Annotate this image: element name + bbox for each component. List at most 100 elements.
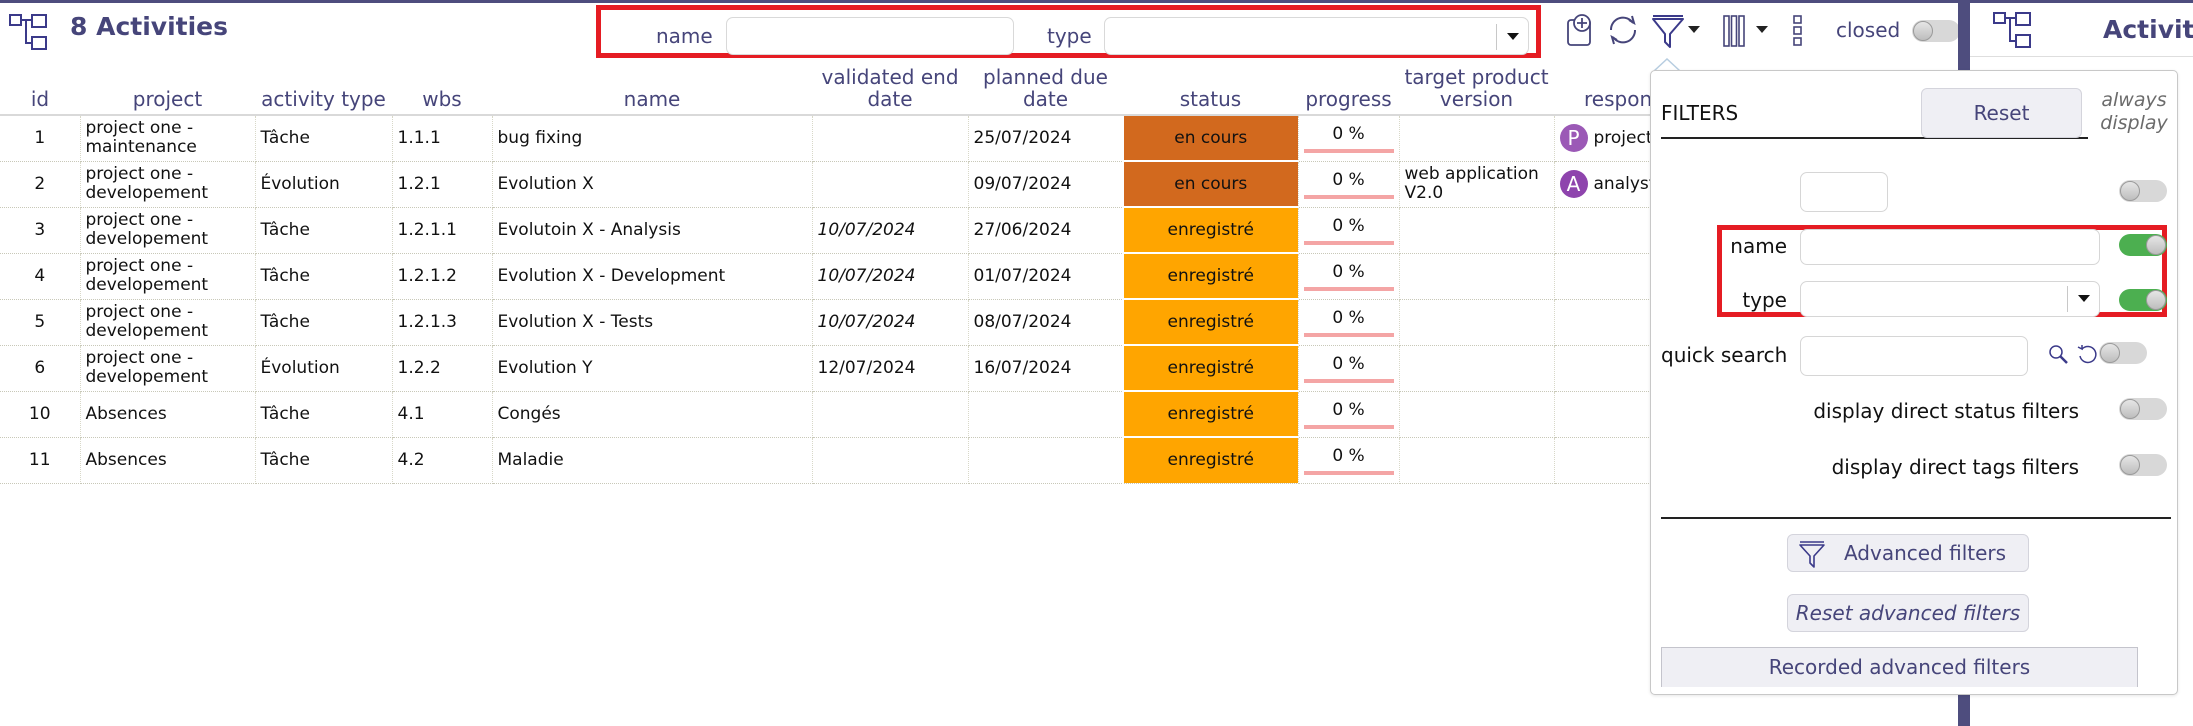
page-title: 8 Activities bbox=[70, 12, 229, 41]
cell-project: project one - developement bbox=[80, 299, 256, 346]
cell-activity-type: Tâche bbox=[255, 299, 393, 346]
cell-project: project one - developement bbox=[80, 345, 256, 392]
columns-dropdown-icon[interactable] bbox=[1756, 26, 1768, 34]
top-border-right bbox=[1970, 0, 2193, 3]
cell-id: 6 bbox=[0, 345, 81, 392]
cell-name: Evolution Y bbox=[492, 345, 813, 392]
cell-id: 1 bbox=[0, 115, 81, 162]
column-header-id[interactable]: id bbox=[0, 60, 80, 116]
column-header-wbs[interactable]: wbs bbox=[392, 60, 492, 116]
quick-type-select[interactable] bbox=[1104, 17, 1529, 55]
cell-wbs: 1.2.1.2 bbox=[392, 253, 493, 300]
display-direct-status-toggle[interactable] bbox=[2119, 398, 2167, 420]
progress-bar bbox=[1303, 332, 1394, 337]
divider bbox=[1661, 517, 2171, 519]
filter-name-always-display-toggle[interactable] bbox=[2119, 234, 2167, 256]
cell-name: Evolution X bbox=[492, 161, 813, 208]
avatar: A bbox=[1559, 170, 1588, 198]
reset-advanced-filters-button[interactable]: Reset advanced filters bbox=[1787, 594, 2029, 632]
progress-text: 0 % bbox=[1332, 399, 1365, 420]
cell-project: project one - maintenance bbox=[80, 115, 256, 162]
closed-toggle[interactable] bbox=[1912, 20, 1960, 42]
cell-wbs: 1.2.1.3 bbox=[392, 299, 493, 346]
cell-project: project one - developement bbox=[80, 253, 256, 300]
cell-validated-end-date: 12/07/2024 bbox=[812, 345, 969, 392]
quick-search-input[interactable] bbox=[1800, 336, 2028, 376]
filter-id-input[interactable] bbox=[1800, 172, 1888, 212]
advanced-filters-label: Advanced filters bbox=[1843, 541, 2007, 565]
cell-wbs: 4.2 bbox=[392, 437, 493, 484]
cell-activity-type: Tâche bbox=[255, 115, 393, 162]
divider bbox=[1970, 56, 2193, 57]
activity-tree-icon bbox=[1993, 12, 2031, 48]
cell-planned-due-date bbox=[968, 391, 1124, 438]
cell-validated-end-date bbox=[812, 437, 969, 484]
cell-wbs: 1.1.1 bbox=[392, 115, 493, 162]
cell-id: 5 bbox=[0, 299, 81, 346]
cell-name: Congés bbox=[492, 391, 813, 438]
status-badge: en cours bbox=[1122, 160, 1299, 208]
quick-name-input[interactable] bbox=[726, 17, 1014, 55]
status-badge: enregistré bbox=[1122, 344, 1299, 392]
refresh-icon[interactable] bbox=[1605, 12, 1641, 48]
chevron-down-icon[interactable] bbox=[2067, 286, 2099, 312]
column-header-name[interactable]: name bbox=[492, 60, 812, 116]
quick-name-label: name bbox=[656, 24, 713, 48]
cell-activity-type: Tâche bbox=[255, 207, 393, 254]
column-header-project[interactable]: project bbox=[80, 60, 255, 116]
reset-search-icon[interactable] bbox=[2076, 344, 2098, 366]
progress-bar bbox=[1303, 194, 1394, 199]
filter-name-label: name bbox=[1730, 234, 1787, 258]
progress-text: 0 % bbox=[1332, 169, 1365, 190]
cell-name: Maladie bbox=[492, 437, 813, 484]
filter-type-always-display-toggle[interactable] bbox=[2119, 289, 2167, 311]
progress-text: 0 % bbox=[1332, 215, 1365, 236]
closed-label: closed bbox=[1836, 18, 1901, 42]
filter-icon bbox=[1799, 541, 1825, 568]
filter-icon[interactable] bbox=[1650, 12, 1686, 50]
display-direct-tags-label: display direct tags filters bbox=[1831, 455, 2079, 479]
cell-target-product-version bbox=[1399, 253, 1555, 300]
cell-validated-end-date bbox=[812, 161, 969, 208]
cell-id: 2 bbox=[0, 161, 81, 208]
filter-id-always-display-toggle[interactable] bbox=[2119, 180, 2167, 202]
cell-wbs: 4.1 bbox=[392, 391, 493, 438]
reset-button[interactable]: Reset bbox=[1921, 88, 2082, 138]
cell-activity-type: Tâche bbox=[255, 391, 393, 438]
cell-wbs: 1.2.1 bbox=[392, 161, 493, 208]
cell-validated-end-date bbox=[812, 391, 969, 438]
advanced-filters-button[interactable]: Advanced filters bbox=[1787, 534, 2029, 572]
quick-search-always-display-toggle[interactable] bbox=[2099, 342, 2147, 364]
status-badge: enregistré bbox=[1122, 206, 1299, 254]
add-activity-icon[interactable] bbox=[1565, 12, 1599, 48]
cell-validated-end-date: 10/07/2024 bbox=[812, 253, 969, 300]
filter-type-select[interactable] bbox=[1800, 281, 2100, 317]
cell-planned-due-date: 27/06/2024 bbox=[968, 207, 1124, 254]
progress-bar bbox=[1303, 286, 1394, 291]
display-direct-tags-toggle[interactable] bbox=[2119, 454, 2167, 476]
column-header-target-product-version[interactable]: target product version bbox=[1399, 60, 1554, 116]
column-header-planned-due-date[interactable]: planned due date bbox=[968, 60, 1123, 116]
cell-progress: 0 % bbox=[1298, 115, 1400, 162]
column-header-status[interactable]: status bbox=[1123, 60, 1298, 116]
cell-target-product-version bbox=[1399, 437, 1555, 484]
recorded-advanced-filters-button[interactable]: Recorded advanced filters bbox=[1661, 647, 2138, 687]
layout-icon[interactable] bbox=[1792, 14, 1804, 48]
chevron-down-icon[interactable] bbox=[1496, 24, 1528, 50]
column-header-progress[interactable]: progress bbox=[1298, 60, 1399, 116]
search-icon[interactable] bbox=[2048, 344, 2070, 366]
columns-icon[interactable] bbox=[1722, 14, 1746, 48]
filters-popup: FILTERS Reset always display id name typ… bbox=[1650, 70, 2178, 695]
responsible-name: analyst bbox=[1593, 173, 1656, 194]
cell-project: project one - developement bbox=[80, 207, 256, 254]
activity-tree-icon bbox=[9, 14, 47, 50]
filter-name-input[interactable] bbox=[1800, 229, 2100, 265]
column-header-activity-type[interactable]: activity type bbox=[255, 60, 392, 116]
quick-type-label: type bbox=[1047, 24, 1092, 48]
progress-text: 0 % bbox=[1332, 123, 1365, 144]
column-header-validated-end-date[interactable]: validated end date bbox=[812, 60, 968, 116]
cell-validated-end-date: 10/07/2024 bbox=[812, 207, 969, 254]
always-display-header: always display bbox=[2100, 89, 2168, 134]
cell-progress: 0 % bbox=[1298, 391, 1400, 438]
filter-dropdown-icon[interactable] bbox=[1688, 26, 1700, 34]
